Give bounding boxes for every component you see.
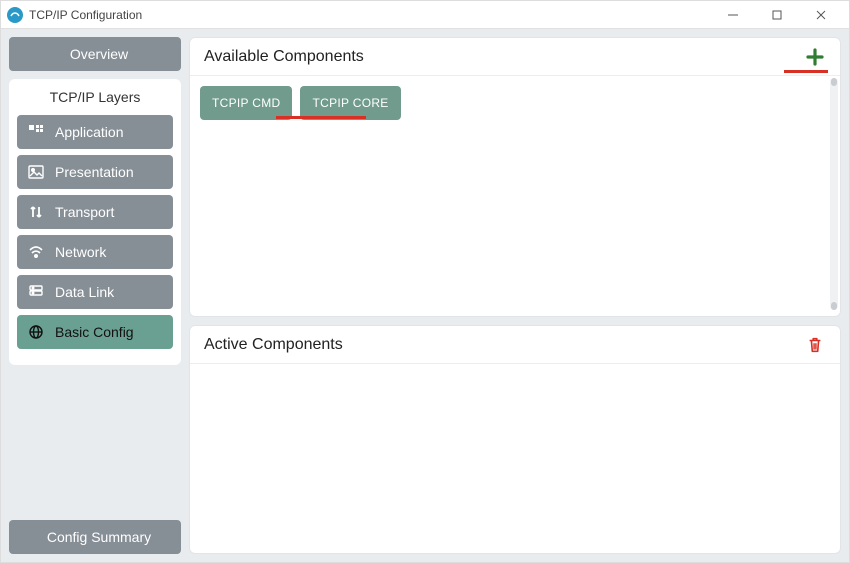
layer-basic-config[interactable]: Basic Config — [17, 315, 173, 349]
globe-icon — [27, 323, 45, 341]
available-components-panel: Available Components TCPIP CMD TCPIP COR… — [189, 37, 841, 317]
layer-label: Data Link — [55, 284, 114, 300]
component-chip-tcpip-core[interactable]: TCPIP CORE — [300, 86, 400, 120]
scrollbar[interactable] — [830, 78, 838, 310]
config-summary-button[interactable]: Config Summary — [9, 520, 181, 554]
overview-button[interactable]: Overview — [9, 37, 181, 71]
wifi-icon — [27, 243, 45, 261]
app-icon — [7, 7, 23, 23]
layer-network[interactable]: Network — [17, 235, 173, 269]
sort-icon — [27, 203, 45, 221]
delete-component-button[interactable] — [804, 334, 826, 356]
layer-application[interactable]: Application — [17, 115, 173, 149]
scrollbar-down[interactable] — [831, 302, 837, 310]
layer-label: Presentation — [55, 164, 134, 180]
layer-label: Transport — [55, 204, 114, 220]
titlebar: TCP/IP Configuration — [1, 1, 849, 29]
available-panel-header: Available Components — [190, 38, 840, 76]
layer-presentation[interactable]: Presentation — [17, 155, 173, 189]
server-icon — [27, 283, 45, 301]
chip-label: TCPIP CMD — [212, 96, 280, 110]
summary-label: Config Summary — [47, 529, 151, 545]
chip-label: TCPIP CORE — [312, 96, 388, 110]
image-icon — [27, 163, 45, 181]
sidebar: Overview TCP/IP Layers Application Prese… — [9, 37, 181, 554]
window-title: TCP/IP Configuration — [29, 8, 142, 22]
available-panel-title: Available Components — [204, 48, 364, 66]
sidebar-spacer — [9, 373, 181, 512]
active-components-panel: Active Components — [189, 325, 841, 554]
layers-panel: TCP/IP Layers Application Presentation T… — [9, 79, 181, 365]
layer-datalink[interactable]: Data Link — [17, 275, 173, 309]
highlight-core-underline — [276, 116, 366, 119]
grid-icon — [27, 123, 45, 141]
main-column: Available Components TCPIP CMD TCPIP COR… — [189, 37, 841, 554]
maximize-button[interactable] — [755, 1, 799, 29]
window-controls — [711, 1, 843, 29]
close-button[interactable] — [799, 1, 843, 29]
available-chips: TCPIP CMD TCPIP CORE — [200, 86, 830, 120]
add-component-button[interactable] — [804, 46, 826, 68]
active-body — [190, 364, 840, 553]
layer-label: Network — [55, 244, 106, 260]
minimize-button[interactable] — [711, 1, 755, 29]
component-chip-tcpip-cmd[interactable]: TCPIP CMD — [200, 86, 292, 120]
layer-label: Application — [55, 124, 124, 140]
app-body: Overview TCP/IP Layers Application Prese… — [1, 29, 849, 562]
layer-transport[interactable]: Transport — [17, 195, 173, 229]
active-panel-header: Active Components — [190, 326, 840, 364]
scrollbar-up[interactable] — [831, 78, 837, 86]
highlight-add-underline — [784, 70, 828, 73]
overview-label: Overview — [70, 46, 128, 62]
layer-label: Basic Config — [55, 324, 134, 340]
active-panel-title: Active Components — [204, 336, 343, 354]
available-body: TCPIP CMD TCPIP CORE — [190, 76, 840, 316]
layers-title: TCP/IP Layers — [17, 89, 173, 105]
